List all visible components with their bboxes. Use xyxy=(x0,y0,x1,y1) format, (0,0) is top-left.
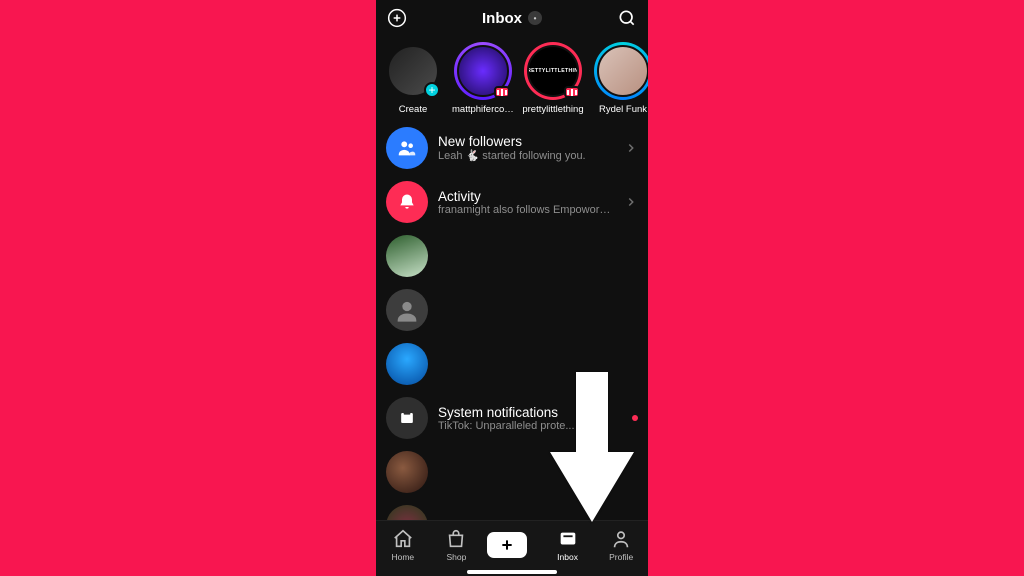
chevron-right-icon xyxy=(624,195,638,209)
inbox-title-wrap: Inbox • xyxy=(482,10,542,27)
list-subtitle: TikTok: Unparalleled prote... · 4d xyxy=(438,420,616,432)
inbox-unread-badge: • xyxy=(528,11,542,25)
tab-profile[interactable]: Profile xyxy=(598,528,644,562)
list-title: Activity xyxy=(438,189,614,204)
create-icon xyxy=(487,532,527,558)
tab-label: Home xyxy=(380,552,426,562)
search-button[interactable] xyxy=(616,7,638,29)
tab-label: Profile xyxy=(598,552,644,562)
avatar xyxy=(386,343,428,385)
notif-new-followers[interactable]: New followers Leah 🐇 started following y… xyxy=(376,121,648,175)
live-icon xyxy=(564,86,580,98)
story-label: Rydel Funk xyxy=(592,104,648,115)
inbox-list[interactable]: New followers Leah 🐇 started following y… xyxy=(376,117,648,547)
story-item[interactable]: mattphifercoa... xyxy=(452,42,514,115)
plus-icon: + xyxy=(424,82,440,98)
avatar xyxy=(386,451,428,493)
bottom-tabbar: Home Shop Inbox Profile xyxy=(376,520,648,576)
tab-label: Inbox xyxy=(545,552,591,562)
list-subtitle: franamight also follows Empoword J... xyxy=(438,204,614,216)
activity-icon xyxy=(386,181,428,223)
unread-dot-icon xyxy=(632,415,638,421)
chat-row[interactable] xyxy=(376,283,648,337)
list-title: System notifications xyxy=(438,405,616,420)
story-label: prettylittlething xyxy=(522,104,584,115)
chevron-right-icon xyxy=(624,141,638,155)
chat-row[interactable] xyxy=(376,337,648,391)
live-icon xyxy=(494,86,510,98)
story-label: Create xyxy=(382,104,444,115)
followers-icon xyxy=(386,127,428,169)
list-title: New followers xyxy=(438,134,614,149)
notif-system[interactable]: System notifications TikTok: Unparallele… xyxy=(376,391,648,445)
avatar xyxy=(386,235,428,277)
inbox-topbar: Inbox • xyxy=(376,0,648,36)
chat-row[interactable] xyxy=(376,229,648,283)
tab-create[interactable] xyxy=(487,532,537,558)
tab-home[interactable]: Home xyxy=(380,528,426,562)
notif-activity[interactable]: Activity franamight also follows Empowor… xyxy=(376,175,648,229)
story-label: mattphifercoa... xyxy=(452,104,514,115)
stories-row[interactable]: + Create mattphifercoa... PRETTYLITTLETH… xyxy=(376,36,648,117)
avatar-placeholder-icon xyxy=(386,289,428,331)
home-indicator xyxy=(467,570,557,574)
system-icon xyxy=(386,397,428,439)
list-subtitle: Leah 🐇 started following you. xyxy=(438,149,614,162)
tab-inbox[interactable]: Inbox xyxy=(545,528,591,562)
phone-frame: Inbox • + Create mattphifercoa... PRETTY xyxy=(376,0,648,576)
tab-shop[interactable]: Shop xyxy=(433,528,479,562)
page-title: Inbox xyxy=(482,10,522,27)
story-item[interactable]: Rydel Funk xyxy=(592,42,648,115)
story-create[interactable]: + Create xyxy=(382,42,444,115)
story-item[interactable]: PRETTYLITTLETHING prettylittlething xyxy=(522,42,584,115)
tab-label: Shop xyxy=(433,552,479,562)
compose-button[interactable] xyxy=(386,7,408,29)
chat-row[interactable] xyxy=(376,445,648,499)
